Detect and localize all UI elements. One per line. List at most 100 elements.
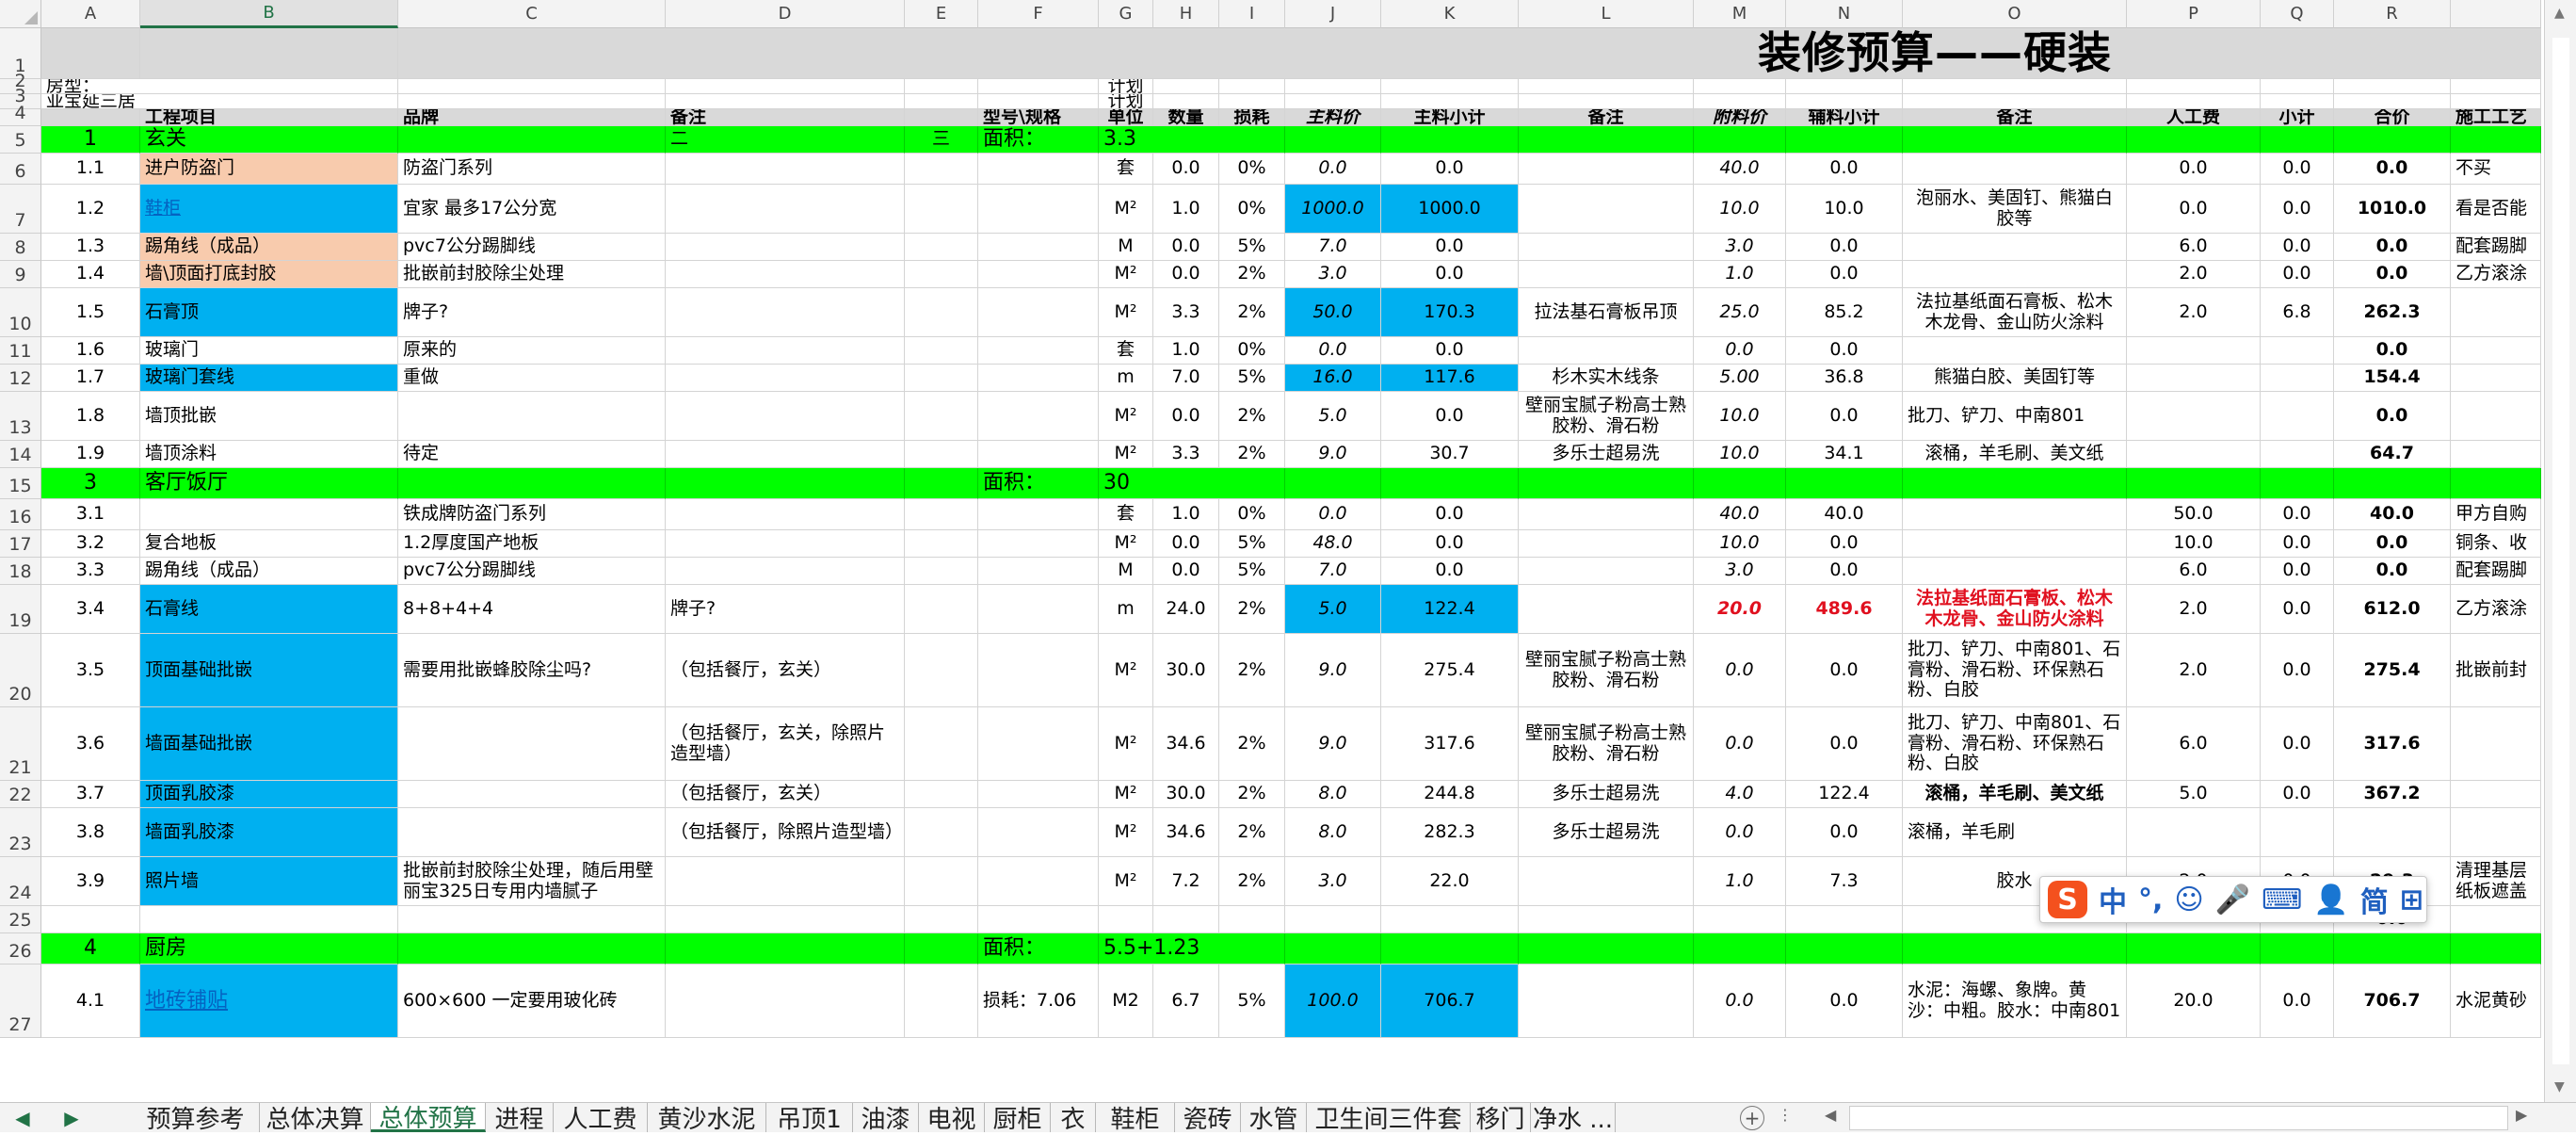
cell-M21[interactable]: 0.0	[1694, 707, 1786, 781]
cell-L14[interactable]: 多乐士超易洗	[1519, 441, 1694, 468]
cell-E8[interactable]	[905, 234, 978, 261]
cell-D12[interactable]	[666, 365, 905, 392]
cell-K22[interactable]: 244.8	[1381, 781, 1519, 808]
cell-H16[interactable]: 1.0	[1153, 499, 1219, 530]
row-header[interactable]: 19	[0, 585, 41, 634]
cell-O13[interactable]: 批刀、铲刀、中南801	[1903, 392, 2127, 441]
cell-F10[interactable]	[978, 288, 1099, 337]
cell-I16[interactable]: 0%	[1219, 499, 1285, 530]
cell-N21[interactable]: 0.0	[1786, 707, 1903, 781]
cell-D3[interactable]	[666, 94, 905, 109]
cell-D16[interactable]	[666, 499, 905, 530]
sheet-tab[interactable]: 总体决算	[260, 1103, 371, 1134]
cell-Q15[interactable]	[2261, 468, 2334, 499]
cell-F16[interactable]	[978, 499, 1099, 530]
cell-A12[interactable]: 1.7	[41, 365, 140, 392]
cell-H10[interactable]: 3.3	[1153, 288, 1219, 337]
cell-S6[interactable]: 不买	[2451, 154, 2541, 185]
cell-H8[interactable]: 0.0	[1153, 234, 1219, 261]
column-header[interactable]: O	[1903, 0, 2127, 28]
cell-S22[interactable]	[2451, 781, 2541, 808]
cell-O27[interactable]: 水泥：海螺、象牌。黄沙：中粗。胶水：中南801	[1903, 965, 2127, 1038]
cell-M10[interactable]: 25.0	[1694, 288, 1786, 337]
cell-E26[interactable]	[905, 933, 978, 965]
cell-M2[interactable]	[1694, 79, 1786, 94]
cell-P8[interactable]: 6.0	[2127, 234, 2261, 261]
sheet-tab[interactable]: 衣	[1051, 1103, 1096, 1134]
row-header[interactable]: 25	[0, 906, 41, 933]
cell-S2[interactable]	[2451, 79, 2541, 94]
cell-P12[interactable]	[2127, 365, 2261, 392]
cell-M14[interactable]: 10.0	[1694, 441, 1786, 468]
cell-G26[interactable]: 5.5+1.23	[1099, 933, 1285, 965]
cell-D22[interactable]: （包括餐厅，玄关）	[666, 781, 905, 808]
cell-B17[interactable]: 复合地板	[140, 530, 398, 558]
cell-Q17[interactable]: 0.0	[2261, 530, 2334, 558]
scroll-left-icon[interactable]: ◀	[1825, 1106, 1836, 1124]
cell-M19[interactable]: 20.0	[1694, 585, 1786, 634]
cell-C10[interactable]: 牌子?	[398, 288, 666, 337]
column-header[interactable]: D	[666, 0, 905, 28]
cell-O8[interactable]	[1903, 234, 2127, 261]
cell-H6[interactable]: 0.0	[1153, 154, 1219, 185]
cell-E10[interactable]	[905, 288, 978, 337]
cell-D27[interactable]	[666, 965, 905, 1038]
cell-K23[interactable]: 282.3	[1381, 808, 1519, 857]
cell-A16[interactable]: 3.1	[41, 499, 140, 530]
cell-R27[interactable]: 706.7	[2334, 965, 2451, 1038]
row-header[interactable]: 16	[0, 499, 41, 530]
cell-I12[interactable]: 5%	[1219, 365, 1285, 392]
cell-H14[interactable]: 3.3	[1153, 441, 1219, 468]
cell-I9[interactable]: 2%	[1219, 261, 1285, 288]
cell-P16[interactable]: 50.0	[2127, 499, 2261, 530]
cell-Q14[interactable]	[2261, 441, 2334, 468]
cell-F6[interactable]	[978, 154, 1099, 185]
cell-B7[interactable]: 鞋柜	[140, 185, 398, 234]
cell-H17[interactable]: 0.0	[1153, 530, 1219, 558]
cell-B11[interactable]: 玻璃门	[140, 337, 398, 365]
cell-B21[interactable]: 墙面基础批嵌	[140, 707, 398, 781]
cell-Q16[interactable]: 0.0	[2261, 499, 2334, 530]
cell-S16[interactable]: 甲方自购	[2451, 499, 2541, 530]
cell-S21[interactable]	[2451, 707, 2541, 781]
sheet-tab[interactable]: 黄沙水泥	[648, 1103, 766, 1134]
cell-N7[interactable]: 10.0	[1786, 185, 1903, 234]
cell-N22[interactable]: 122.4	[1786, 781, 1903, 808]
cell-D8[interactable]	[666, 234, 905, 261]
scroll-up-icon[interactable]: ▲	[2554, 6, 2565, 21]
input-method-toolbar[interactable]: S 中 °, ☺ 🎤 ⌨ 👤 简 ⊞	[2039, 876, 2427, 923]
cell-J20[interactable]: 9.0	[1285, 634, 1381, 707]
cell-Q2[interactable]	[2261, 79, 2334, 94]
cell-D23[interactable]: （包括餐厅，除照片造型墙）	[666, 808, 905, 857]
cell-K20[interactable]: 275.4	[1381, 634, 1519, 707]
cell-L17[interactable]	[1519, 530, 1694, 558]
cell-I18[interactable]: 5%	[1219, 558, 1285, 585]
cell-M5[interactable]	[1694, 126, 1786, 154]
vertical-scrollbar[interactable]: ▲ ▼	[2544, 0, 2576, 1102]
cell-P21[interactable]: 6.0	[2127, 707, 2261, 781]
cell-R22[interactable]: 367.2	[2334, 781, 2451, 808]
cell-D2[interactable]	[666, 79, 905, 94]
cell-J8[interactable]: 7.0	[1285, 234, 1381, 261]
cell-L2[interactable]	[1519, 79, 1694, 94]
cell-J12[interactable]: 16.0	[1285, 365, 1381, 392]
cell-F3[interactable]	[978, 94, 1099, 109]
cell-G23[interactable]: M²	[1099, 808, 1153, 857]
cell-O23[interactable]: 滚桶，羊毛刷	[1903, 808, 2127, 857]
cell-K12[interactable]: 117.6	[1381, 365, 1519, 392]
cell-L11[interactable]	[1519, 337, 1694, 365]
cell-S20[interactable]: 批嵌前封	[2451, 634, 2541, 707]
cell-C12[interactable]: 重做	[398, 365, 666, 392]
column-header[interactable]: N	[1786, 0, 1903, 28]
cell-F12[interactable]	[978, 365, 1099, 392]
cell-M20[interactable]: 0.0	[1694, 634, 1786, 707]
next-sheet-icon[interactable]: ▶	[55, 1103, 89, 1132]
column-header[interactable]: H	[1153, 0, 1219, 28]
cell-D20[interactable]: （包括餐厅，玄关）	[666, 634, 905, 707]
cell-S19[interactable]: 乙方滚涂	[2451, 585, 2541, 634]
cell-S14[interactable]	[2451, 441, 2541, 468]
cell-F19[interactable]	[978, 585, 1099, 634]
cell-N5[interactable]	[1786, 126, 1903, 154]
cell-R10[interactable]: 262.3	[2334, 288, 2451, 337]
cell-Q13[interactable]	[2261, 392, 2334, 441]
